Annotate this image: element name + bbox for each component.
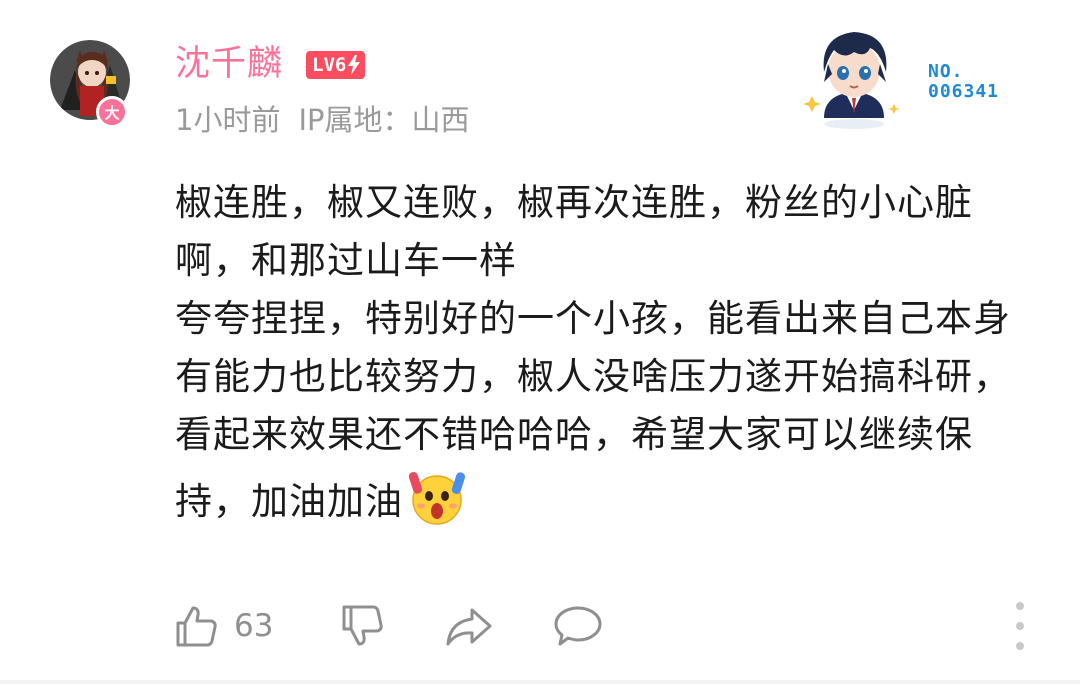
decoration-card-avatar[interactable] <box>800 18 908 130</box>
decoration-number-prefix: NO. <box>928 61 964 82</box>
fan-badge-icon: 大 <box>96 96 128 128</box>
divider <box>0 680 1080 684</box>
comment-paragraph: 椒连胜，椒又连败，椒再次连胜，粉丝的小心脏啊，和那过山车一样 <box>175 181 973 282</box>
share-icon <box>446 608 492 646</box>
comment-actions: 63 <box>172 596 1052 656</box>
post-time: 1小时前 <box>175 103 281 137</box>
thumbs-up-icon <box>176 606 217 647</box>
level-badge: LV6 <box>306 51 366 79</box>
thumbs-down-icon <box>342 605 383 646</box>
user-avatar-container[interactable]: 大 <box>50 40 130 128</box>
comment-meta: 1小时前 IP属地：山西 <box>175 99 470 141</box>
more-dot <box>1016 642 1024 650</box>
reply-button[interactable] <box>552 596 604 656</box>
more-vertical-icon[interactable] <box>1010 602 1030 650</box>
more-dot <box>1016 602 1024 610</box>
like-button[interactable]: 63 <box>172 596 273 656</box>
username[interactable]: 沈千麟 <box>175 38 283 90</box>
comment-paragraph: 夸夸捏捏，特别好的一个小孩，能看出来自己本身有能力也比较努力，椒人没啥压力遂开始… <box>175 290 1035 531</box>
comment-body[interactable]: 椒连胜，椒又连败，椒再次连胜，粉丝的小心脏啊，和那过山车一样 夸夸捏捏，特别好的… <box>175 174 1035 531</box>
level-label: LV6 <box>312 54 347 76</box>
ip-location: IP属地：山西 <box>298 103 470 137</box>
share-button[interactable] <box>444 596 494 656</box>
more-dot <box>1016 622 1024 630</box>
decoration-number-value: 006341 <box>928 81 1000 102</box>
dislike-button[interactable] <box>338 596 386 656</box>
comment-paragraph-text: 夸夸捏捏，特别好的一个小孩，能看出来自己本身有能力也比较努力，椒人没啥压力遂开始… <box>175 297 1011 523</box>
level-lightning-icon <box>348 55 361 75</box>
comment-icon <box>554 606 602 646</box>
scream-emoji-icon <box>408 472 466 525</box>
like-count: 63 <box>234 608 274 644</box>
decoration-number: NO. 006341 <box>928 62 999 102</box>
